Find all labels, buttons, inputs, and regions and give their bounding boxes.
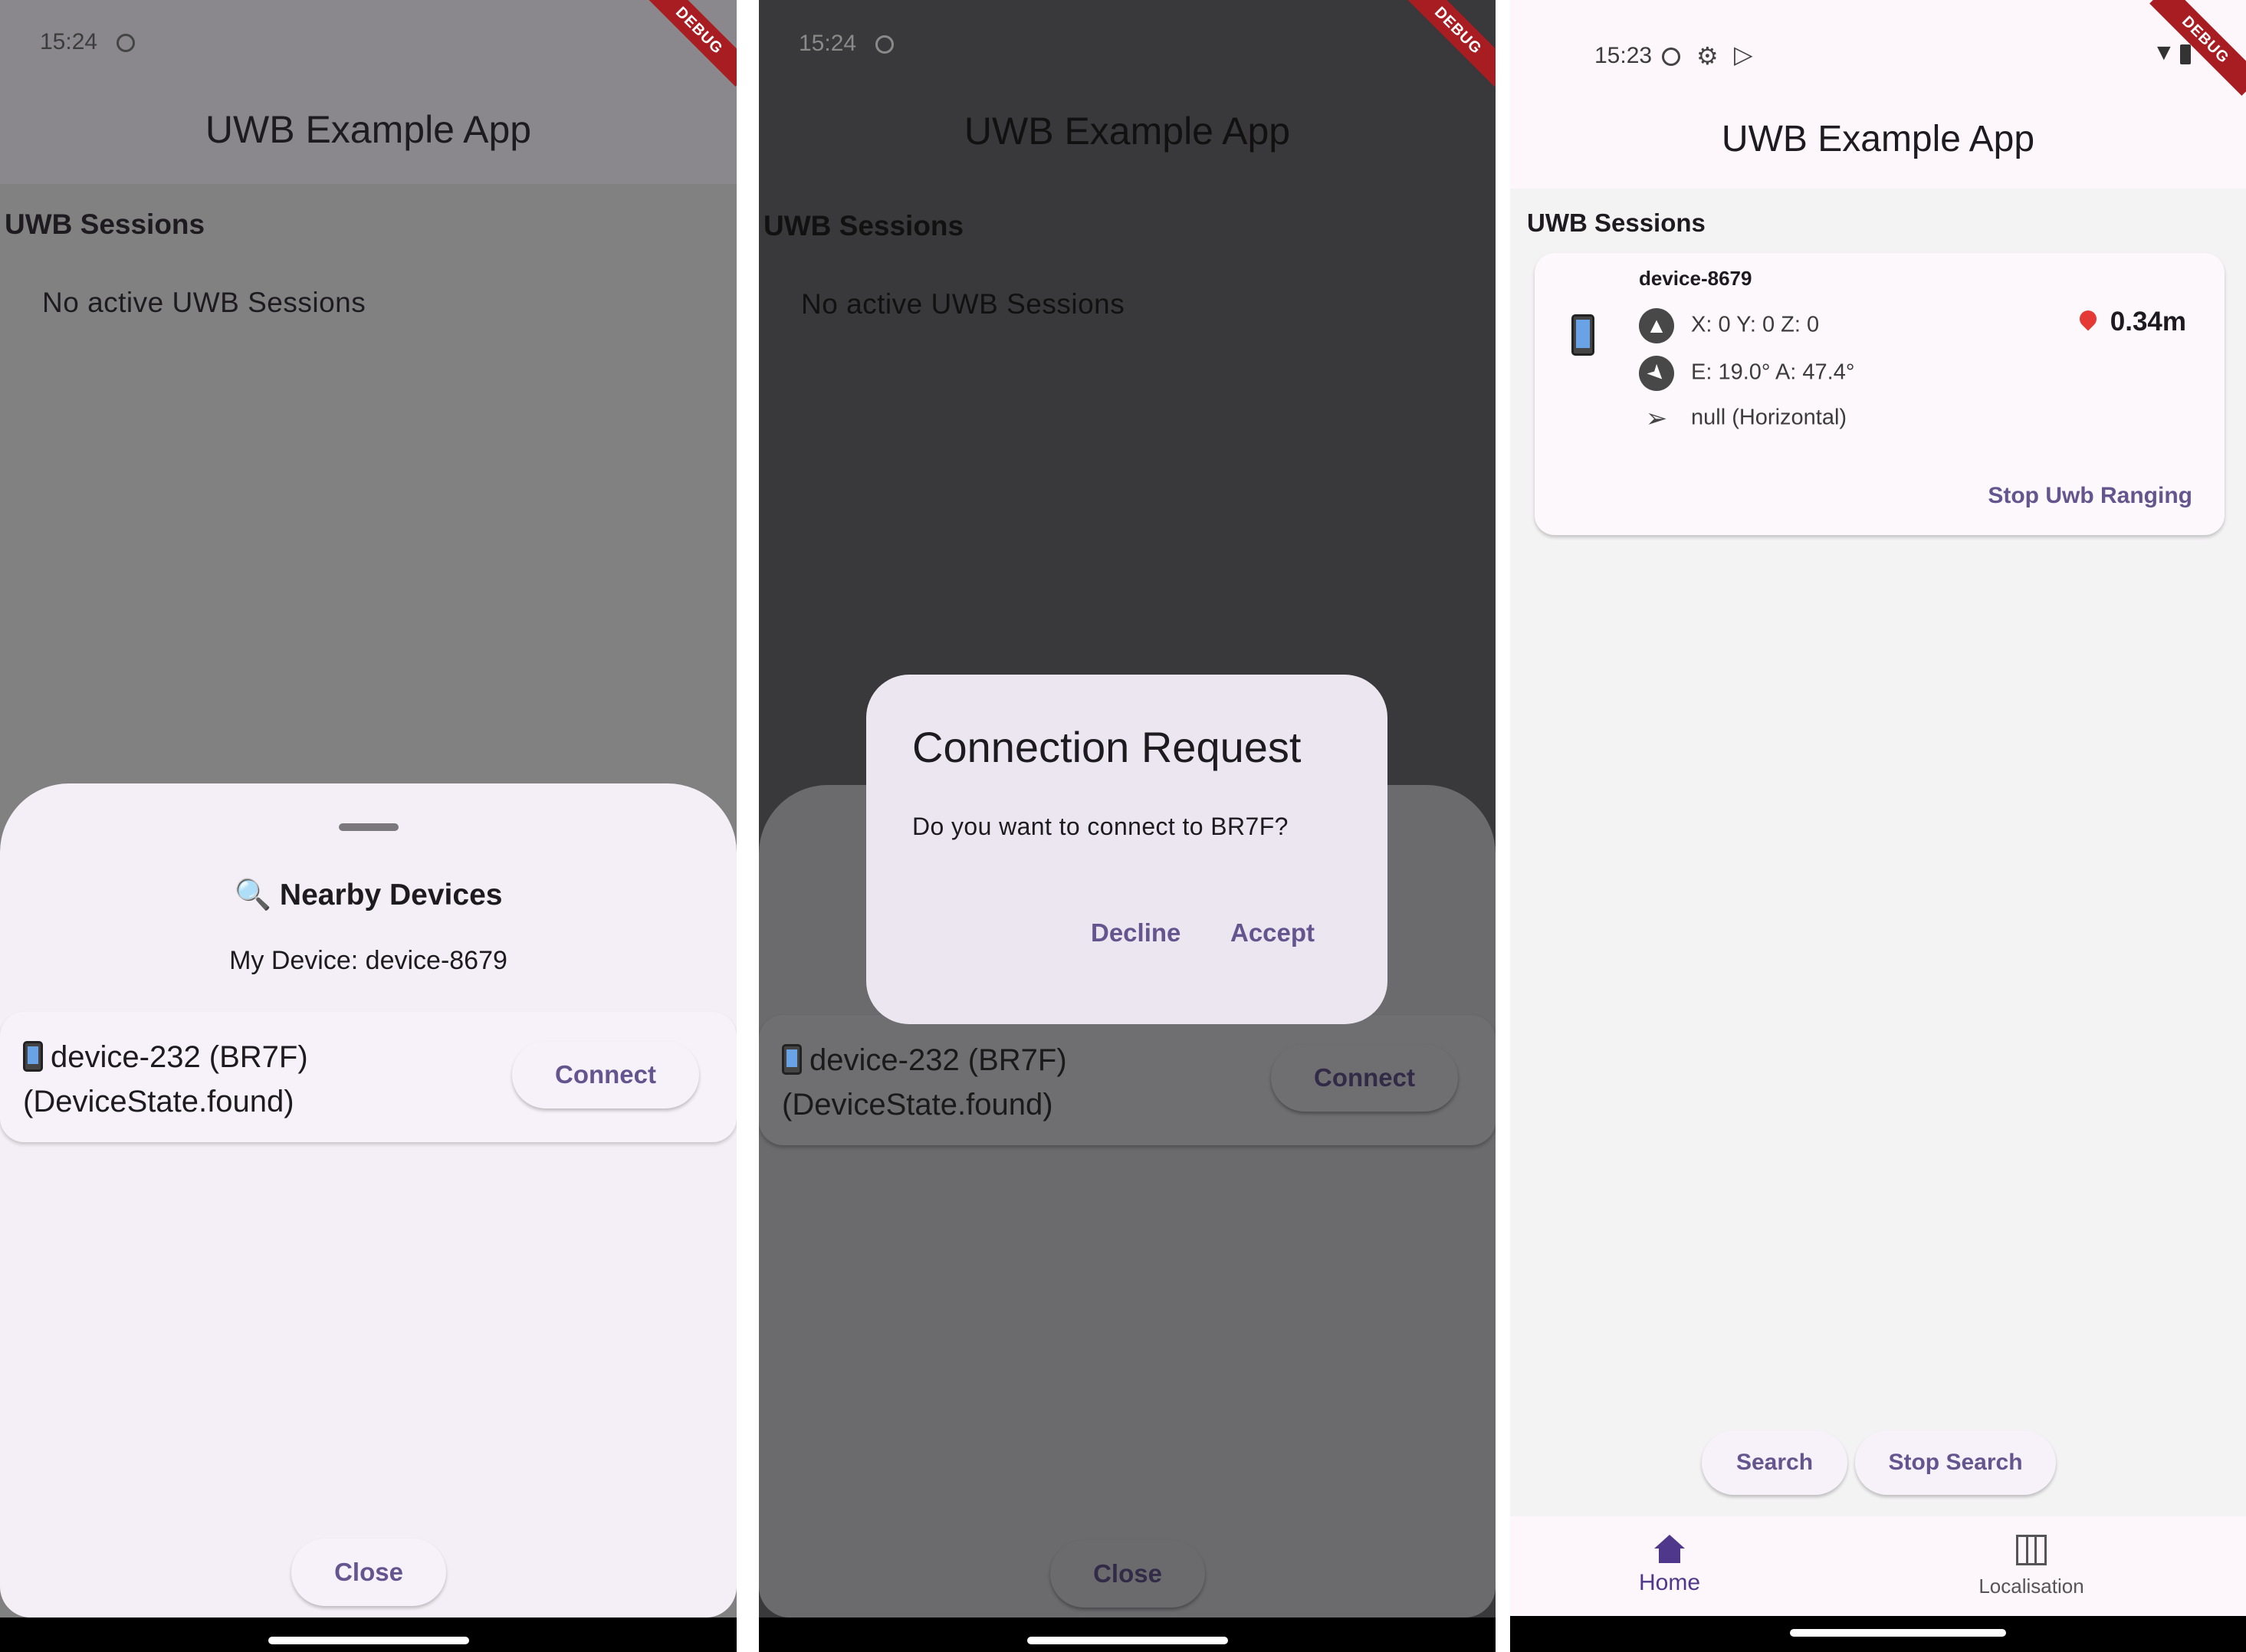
device-state: (DeviceState.found) xyxy=(782,1088,1053,1122)
device-info: device-232 (BR7F) (DeviceState.found) xyxy=(782,1038,1067,1127)
close-button: Close xyxy=(1050,1540,1205,1608)
sessions-title: UWB Sessions xyxy=(1527,209,1706,237)
navigation-up-icon: ▲ xyxy=(1639,308,1674,343)
angles-text: E: 19.0° A: 47.4° xyxy=(1691,360,1855,385)
phone-icon xyxy=(1571,314,1602,356)
status-notification-icon xyxy=(117,34,135,52)
angles-row: ➤ E: 19.0° A: 47.4° xyxy=(1639,356,1854,391)
device-state: (DeviceState.found) xyxy=(23,1085,294,1118)
position-text: X: 0 Y: 0 Z: 0 xyxy=(1691,312,1820,337)
sessions-title: UWB Sessions xyxy=(5,209,205,240)
navigation-off-icon: ➢ xyxy=(1645,404,1668,433)
device-info: device-232 (BR7F) (DeviceState.found) xyxy=(23,1035,308,1124)
status-bar: 15:23 ⚙ ▷ ▼ xyxy=(1510,6,2246,83)
session-device-name: device-8679 xyxy=(1639,267,1752,290)
distance-readout: 0.34m xyxy=(2076,307,2186,337)
screen-uwb-session: 15:23 ⚙ ▷ ▼ DEBUG UWB Example App UWB Se… xyxy=(1510,0,2246,1652)
uwb-session-card: device-8679 ▲ X: 0 Y: 0 Z: 0 ➤ E: 19.0° A:… xyxy=(1535,253,2225,535)
system-nav-bar xyxy=(1510,1616,2246,1652)
status-time: 15:23 xyxy=(1594,43,1653,68)
app-title: UWB Example App xyxy=(205,108,532,151)
system-nav-bar xyxy=(759,1618,1496,1652)
nearby-devices-sheet: 🔍 Nearby Devices My Device: device-8679 … xyxy=(0,783,737,1618)
wifi-icon: ▼ xyxy=(2152,40,2175,65)
device-name: device-232 (BR7F) xyxy=(51,1040,308,1074)
close-button[interactable]: Close xyxy=(291,1539,446,1606)
dialog-title: Connection Request xyxy=(912,723,1302,771)
screen-connection-request: 15:24 DEBUG UWB Example App UWB Sessions… xyxy=(759,0,1496,1652)
battery-icon xyxy=(2180,44,2191,64)
search-button[interactable]: Search xyxy=(1702,1430,1847,1495)
settings-icon: ⚙ xyxy=(1696,42,1719,70)
dialog-body: Do you want to connect to BR7F? xyxy=(912,813,1289,840)
phone-icon xyxy=(782,1044,802,1075)
orientation-row: ➢ null (Horizontal) xyxy=(1639,403,1847,434)
play-store-icon: ▷ xyxy=(1734,41,1753,68)
stop-ranging-button[interactable]: Stop Uwb Ranging xyxy=(1988,483,2192,509)
stop-search-button[interactable]: Stop Search xyxy=(1855,1430,2056,1495)
location-pin-icon xyxy=(2076,307,2100,331)
screen-nearby-devices: 15:24 DEBUG UWB Example App UWB Sessions… xyxy=(0,0,737,1652)
home-icon xyxy=(1654,1535,1685,1564)
system-nav-bar xyxy=(0,1618,737,1652)
nav-localisation-label: Localisation xyxy=(1978,1575,2084,1598)
status-time: 15:24 xyxy=(40,29,98,54)
app-title: UWB Example App xyxy=(1721,119,2035,159)
status-notification-icon xyxy=(1662,48,1680,66)
connect-button[interactable]: Connect xyxy=(512,1041,699,1108)
distance-value: 0.34m xyxy=(2110,307,2186,337)
my-device-label: My Device: device-8679 xyxy=(229,946,507,975)
position-row: ▲ X: 0 Y: 0 Z: 0 xyxy=(1639,308,1819,343)
status-notification-icon xyxy=(875,35,894,54)
connection-request-dialog: Connection Request Do you want to connec… xyxy=(866,675,1387,1024)
orientation-text: null (Horizontal) xyxy=(1691,405,1847,430)
sheet-title: 🔍 Nearby Devices xyxy=(234,879,503,911)
device-name: device-232 (BR7F) xyxy=(809,1043,1067,1077)
nav-home-label: Home xyxy=(1638,1570,1701,1595)
status-time: 15:24 xyxy=(799,31,857,56)
nav-item-localisation[interactable]: Localisation xyxy=(1955,1535,2108,1598)
decline-button[interactable]: Decline xyxy=(1091,918,1180,948)
near-me-icon: ➤ xyxy=(1639,356,1674,391)
nav-item-home[interactable]: Home xyxy=(1608,1535,1731,1596)
bottom-navigation-bar: Home Localisation xyxy=(1510,1516,2246,1616)
device-list-item: device-232 (BR7F) (DeviceState.found) Co… xyxy=(759,1015,1496,1145)
sessions-title: UWB Sessions xyxy=(763,210,964,241)
no-sessions-text: No active UWB Sessions xyxy=(42,287,366,318)
page-background xyxy=(1510,0,2246,1618)
phone-icon xyxy=(23,1041,43,1072)
home-indicator[interactable] xyxy=(1027,1637,1228,1644)
status-bar: 15:24 xyxy=(0,6,737,83)
map-icon xyxy=(2016,1535,2047,1565)
status-bar: 15:24 xyxy=(759,6,1496,83)
device-list-item[interactable]: device-232 (BR7F) (DeviceState.found) Co… xyxy=(0,1012,737,1142)
drag-handle[interactable] xyxy=(339,823,399,831)
home-indicator[interactable] xyxy=(268,1637,469,1644)
home-indicator[interactable] xyxy=(1790,1629,2006,1637)
no-sessions-text: No active UWB Sessions xyxy=(801,288,1125,320)
accept-button[interactable]: Accept xyxy=(1230,918,1315,948)
connect-button: Connect xyxy=(1271,1044,1458,1112)
app-title: UWB Example App xyxy=(964,110,1291,153)
